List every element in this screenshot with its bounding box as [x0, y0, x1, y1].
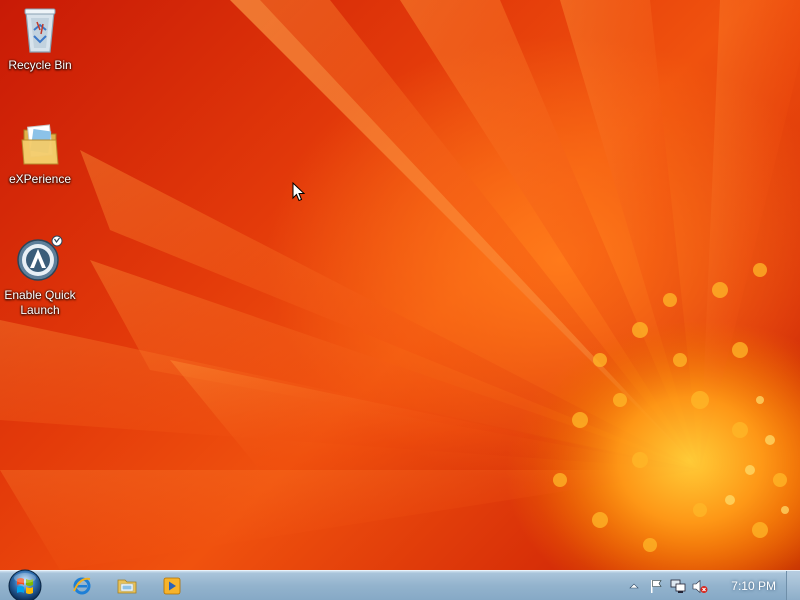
action-center-button[interactable]	[648, 578, 664, 594]
action-center-flag-icon	[651, 579, 662, 593]
notification-area: 7:10 PM	[623, 571, 782, 600]
taskbar-button-media-player[interactable]	[152, 574, 192, 598]
volume-button[interactable]	[692, 578, 708, 594]
desktop-icon-enable-quick-launch[interactable]: Enable Quick Launch	[0, 234, 80, 318]
chevron-up-icon	[629, 583, 640, 589]
desktop-icon-label: eXPerience	[8, 172, 72, 186]
taskbar: 7:10 PM	[0, 568, 800, 600]
desktop-icon-experience[interactable]: eXPerience	[0, 120, 80, 187]
network-button[interactable]	[670, 578, 686, 594]
internet-explorer-icon	[73, 577, 91, 595]
show-desktop-button[interactable]	[786, 571, 800, 600]
autoit-script-icon	[17, 235, 63, 281]
start-button[interactable]	[6, 568, 44, 600]
network-icon	[670, 579, 686, 593]
show-hidden-icons-button[interactable]	[626, 578, 642, 594]
windows-explorer-icon	[117, 579, 137, 594]
media-player-icon	[163, 577, 181, 595]
taskbar-button-internet-explorer[interactable]	[62, 574, 102, 598]
taskbar-clock[interactable]: 7:10 PM	[731, 579, 776, 593]
desktop-icon-label: Recycle Bin	[8, 58, 72, 72]
folder-icon	[21, 124, 59, 165]
desktop-icon-recycle-bin[interactable]: Recycle Bin	[0, 6, 80, 73]
wallpaper-flower	[0, 0, 800, 570]
desktop[interactable]: Recycle Bin eXPerience Enable Quick Laun…	[0, 0, 800, 570]
mouse-cursor-icon	[292, 182, 306, 202]
volume-muted-icon	[692, 579, 708, 593]
recycle-bin-icon	[24, 8, 56, 53]
windows-orb-icon	[8, 569, 42, 600]
desktop-icon-label: Enable Quick Launch	[4, 288, 76, 317]
taskbar-button-windows-explorer[interactable]	[107, 574, 147, 598]
